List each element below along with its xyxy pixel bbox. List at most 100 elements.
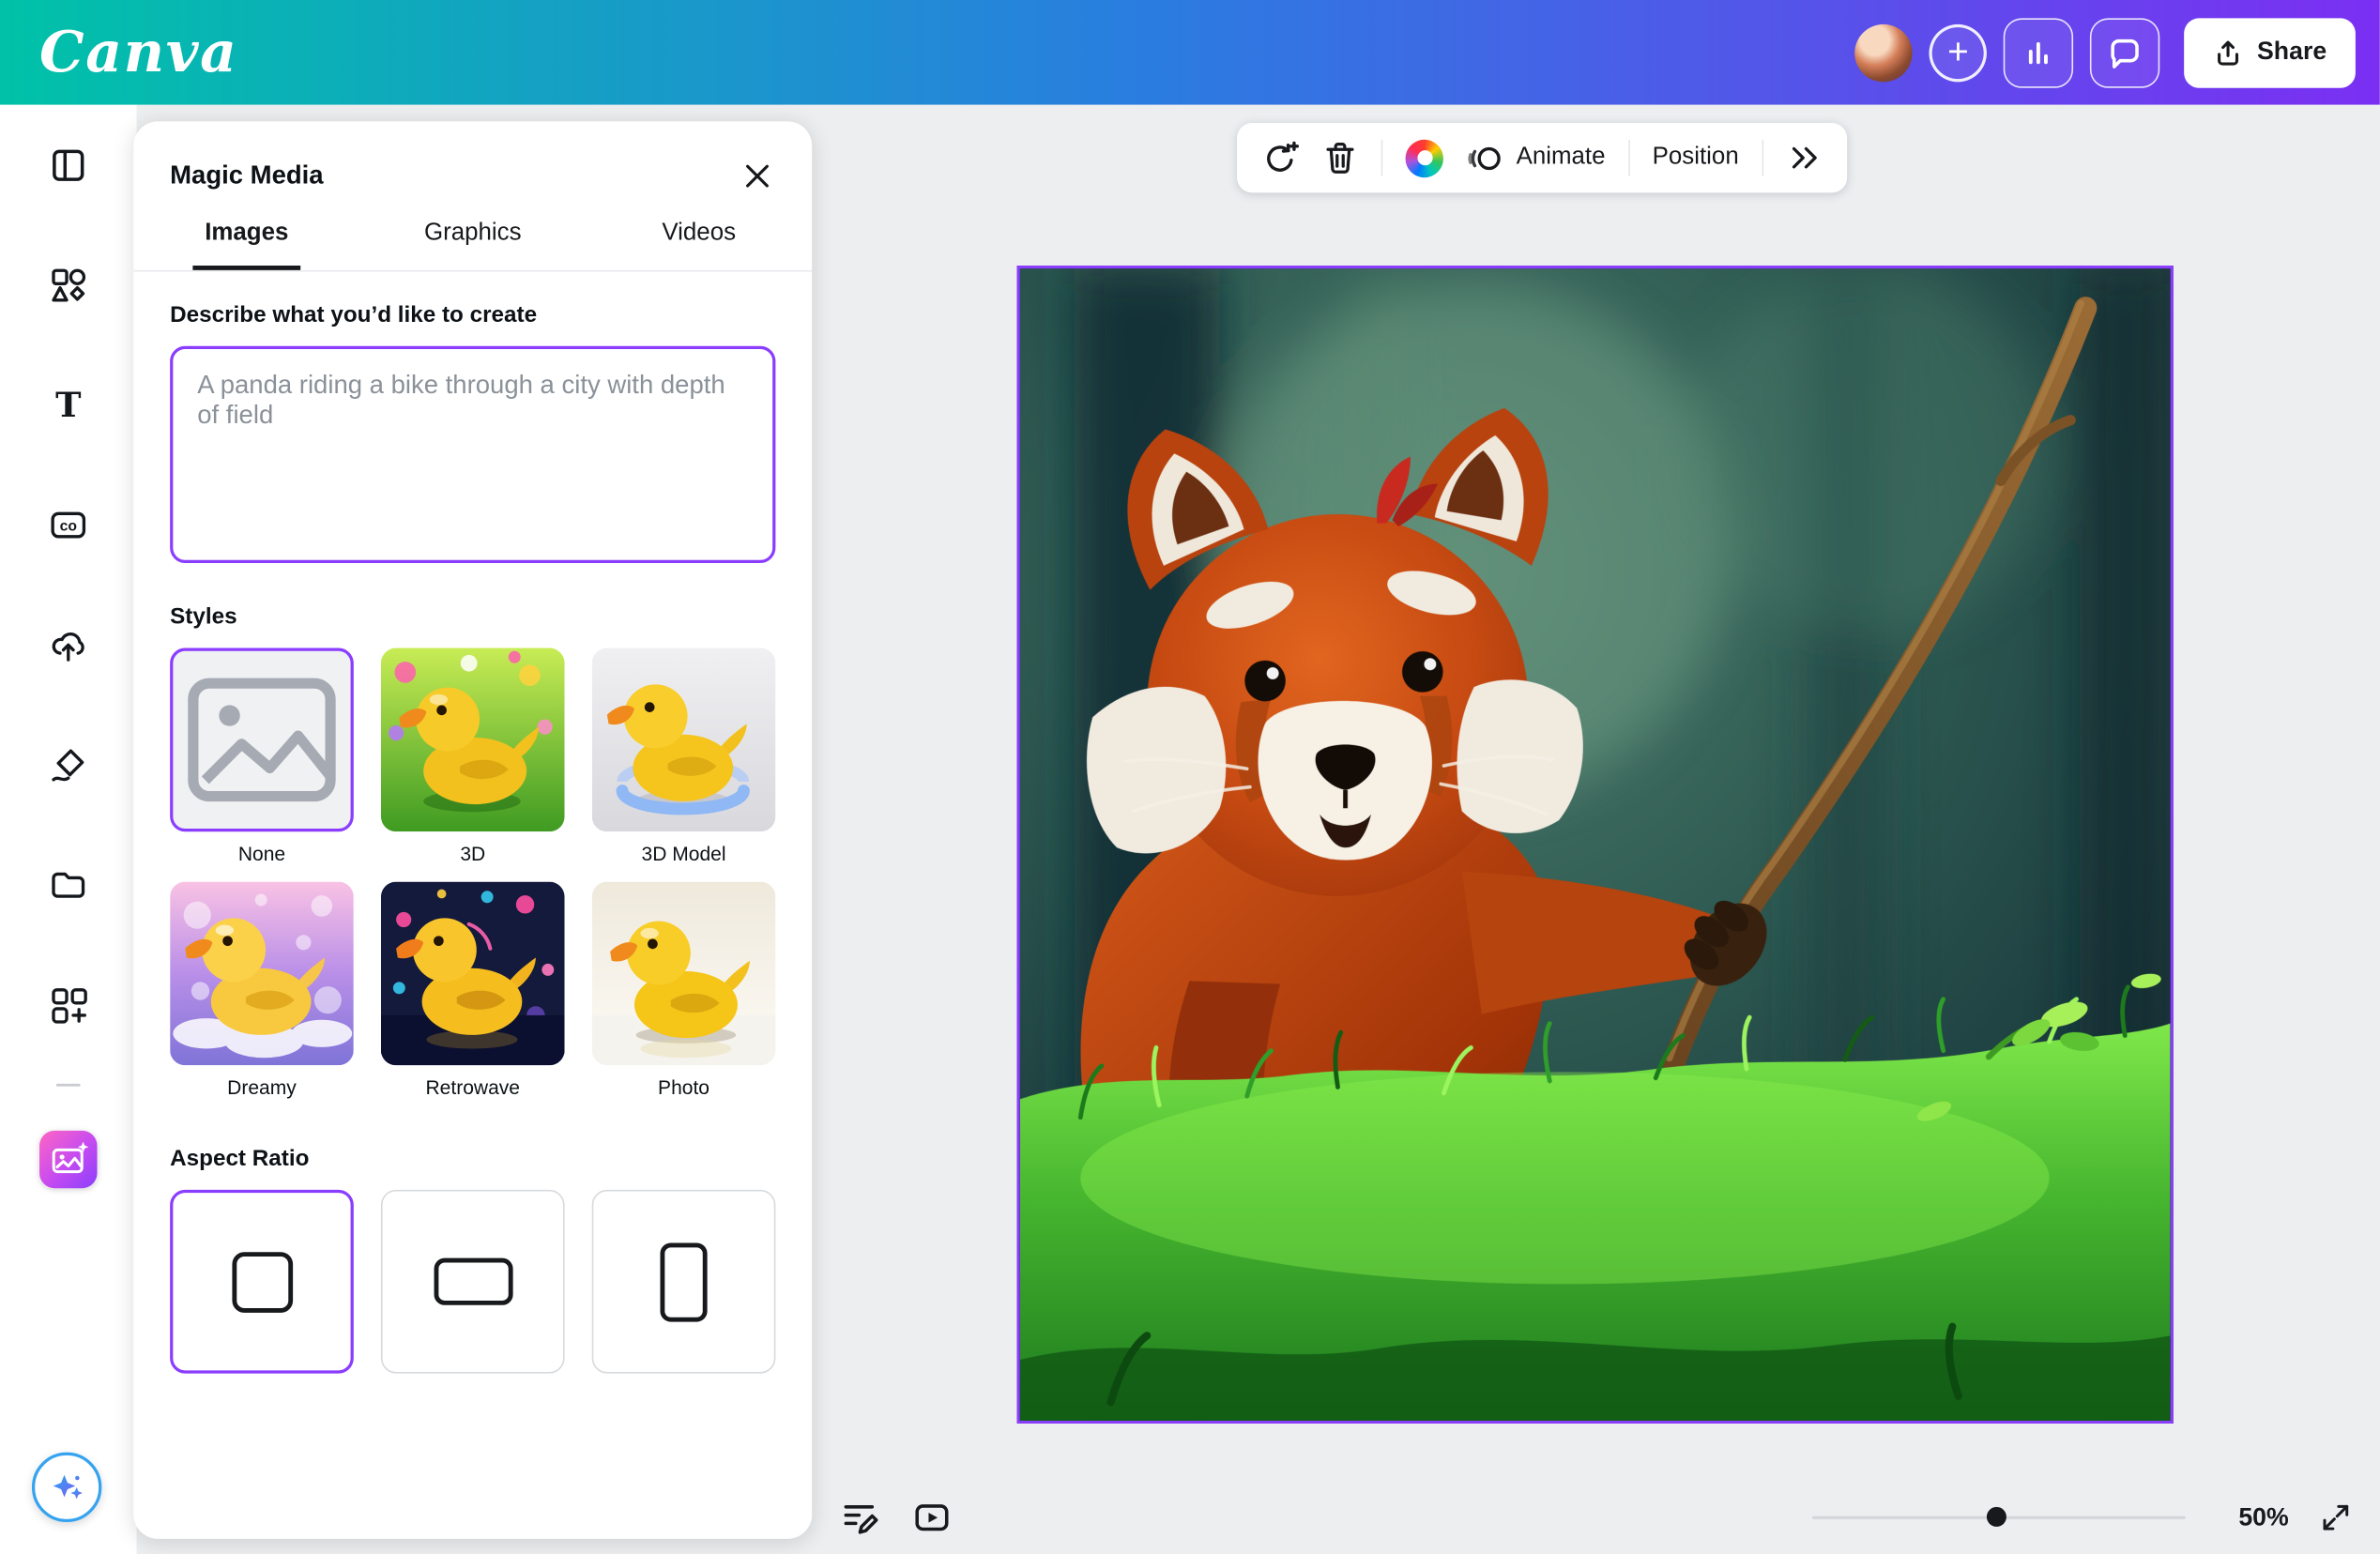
share-icon xyxy=(2213,38,2243,68)
draw-icon xyxy=(49,745,88,785)
magic-media-panel: Magic Media Images Graphics Videos Descr… xyxy=(133,121,812,1538)
style-option-photo[interactable]: Photo xyxy=(592,882,776,1116)
sidebar-item-projects[interactable] xyxy=(49,865,88,905)
apps-icon xyxy=(49,985,88,1025)
animate-button[interactable]: Animate xyxy=(1466,139,1605,176)
zoom-controls: 50% xyxy=(1812,1501,2353,1534)
design-icon xyxy=(49,145,88,185)
sidebar-item-draw[interactable] xyxy=(49,745,88,785)
topbar: Canva + Shar xyxy=(0,0,2380,105)
share-button[interactable]: Share xyxy=(2184,18,2356,87)
panel-tabs: Images Graphics Videos xyxy=(133,217,812,271)
bottom-tools xyxy=(839,1498,952,1537)
insights-icon xyxy=(2021,34,2057,70)
square-ratio-icon xyxy=(232,1251,293,1312)
present-button[interactable] xyxy=(912,1498,952,1537)
chat-icon xyxy=(2107,34,2144,70)
duck-retrowave-thumb xyxy=(381,882,565,1066)
selection-toolbar: Animate Position xyxy=(1237,123,1847,192)
sidebar-item-uploads[interactable] xyxy=(49,625,88,664)
style-option-retrowave[interactable]: Retrowave xyxy=(381,882,565,1116)
style-thumb-3d-model[interactable] xyxy=(592,648,776,832)
avatar[interactable] xyxy=(1854,23,1912,81)
prompt-input[interactable] xyxy=(170,346,775,563)
red-panda-image xyxy=(1020,268,2171,1420)
selected-image[interactable] xyxy=(1017,266,2174,1424)
style-thumb-photo[interactable] xyxy=(592,882,776,1066)
chat-button[interactable] xyxy=(2090,18,2159,87)
close-panel-button[interactable] xyxy=(740,158,776,194)
text-icon: T xyxy=(49,386,88,425)
zoom-level[interactable]: 50% xyxy=(2222,1503,2289,1532)
sidebar-item-brand[interactable]: co xyxy=(49,506,88,545)
style-label: 3D Model xyxy=(642,843,726,865)
svg-text:T: T xyxy=(55,386,81,425)
zoom-slider-thumb[interactable] xyxy=(1987,1507,2006,1527)
insights-button[interactable] xyxy=(2004,18,2073,87)
toolbar-divider xyxy=(1381,140,1383,176)
fullscreen-button[interactable] xyxy=(2319,1501,2353,1534)
sidebar-item-magic-media[interactable] xyxy=(39,1131,97,1188)
style-thumb-dreamy[interactable] xyxy=(170,882,354,1066)
elements-icon xyxy=(49,266,88,305)
delete-button[interactable] xyxy=(1322,140,1359,176)
aspect-ratio-grid xyxy=(170,1190,775,1374)
style-thumb-none[interactable] xyxy=(170,648,354,832)
assistant-button[interactable] xyxy=(32,1453,101,1522)
style-thumb-3d[interactable] xyxy=(381,648,565,832)
magic-media-app-icon xyxy=(48,1139,89,1181)
aspect-option-landscape[interactable] xyxy=(381,1190,565,1374)
aspect-ratio-heading: Aspect Ratio xyxy=(170,1146,775,1171)
duck-dreamy-thumb xyxy=(170,882,354,1066)
share-label: Share xyxy=(2257,38,2327,67)
toolbar-divider xyxy=(1628,140,1630,176)
styles-grid: None xyxy=(170,648,775,1116)
animate-label: Animate xyxy=(1517,145,1606,172)
position-button[interactable]: Position xyxy=(1653,145,1739,172)
duck-photo-thumb xyxy=(592,882,776,1066)
toolbar-divider xyxy=(1762,140,1763,176)
duck-3d-model-thumb xyxy=(592,648,776,832)
panel-header: Magic Media xyxy=(133,121,812,217)
panel-title: Magic Media xyxy=(170,160,323,190)
panel-body: Describe what you’d like to create Style… xyxy=(133,271,812,1538)
add-member-button[interactable]: + xyxy=(1930,23,1987,81)
image-placeholder-icon xyxy=(173,651,350,829)
sidebar-item-design[interactable] xyxy=(49,145,88,185)
canva-logo[interactable]: Canva xyxy=(39,24,238,81)
regenerate-icon xyxy=(1261,139,1299,176)
describe-heading: Describe what you’d like to create xyxy=(170,302,775,328)
plus-icon: + xyxy=(1947,31,1969,73)
tab-images[interactable]: Images xyxy=(133,217,359,270)
aspect-option-portrait[interactable] xyxy=(592,1190,776,1374)
zoom-slider[interactable] xyxy=(1812,1516,2186,1519)
animate-icon xyxy=(1466,139,1503,176)
tab-videos[interactable]: Videos xyxy=(586,217,812,270)
sidebar-item-text[interactable]: T xyxy=(49,386,88,425)
style-option-3d[interactable]: 3D xyxy=(381,648,565,882)
tab-graphics[interactable]: Graphics xyxy=(359,217,586,270)
style-thumb-retrowave[interactable] xyxy=(381,882,565,1066)
projects-icon xyxy=(49,865,88,905)
style-option-3d-model[interactable]: 3D Model xyxy=(592,648,776,882)
sidebar-item-elements[interactable] xyxy=(49,266,88,305)
style-label: None xyxy=(238,843,285,865)
sidebar: T co xyxy=(0,105,137,1554)
more-tools-button[interactable] xyxy=(1786,140,1823,176)
style-label: Photo xyxy=(658,1076,709,1099)
uploads-icon xyxy=(49,625,88,664)
style-label: Retrowave xyxy=(425,1076,519,1099)
sidebar-item-apps[interactable] xyxy=(49,985,88,1025)
fullscreen-icon xyxy=(2319,1501,2353,1534)
aspect-option-square[interactable] xyxy=(170,1190,354,1374)
style-option-dreamy[interactable]: Dreamy xyxy=(170,882,354,1116)
color-wheel-button[interactable] xyxy=(1406,139,1443,176)
sidebar-divider xyxy=(56,1084,81,1087)
style-option-none[interactable]: None xyxy=(170,648,354,882)
position-label: Position xyxy=(1653,145,1739,172)
regenerate-button[interactable] xyxy=(1261,139,1299,176)
notes-button[interactable] xyxy=(839,1498,878,1537)
topbar-actions: + Share xyxy=(1854,18,2355,87)
svg-text:co: co xyxy=(60,519,77,535)
trash-icon xyxy=(1322,140,1359,176)
